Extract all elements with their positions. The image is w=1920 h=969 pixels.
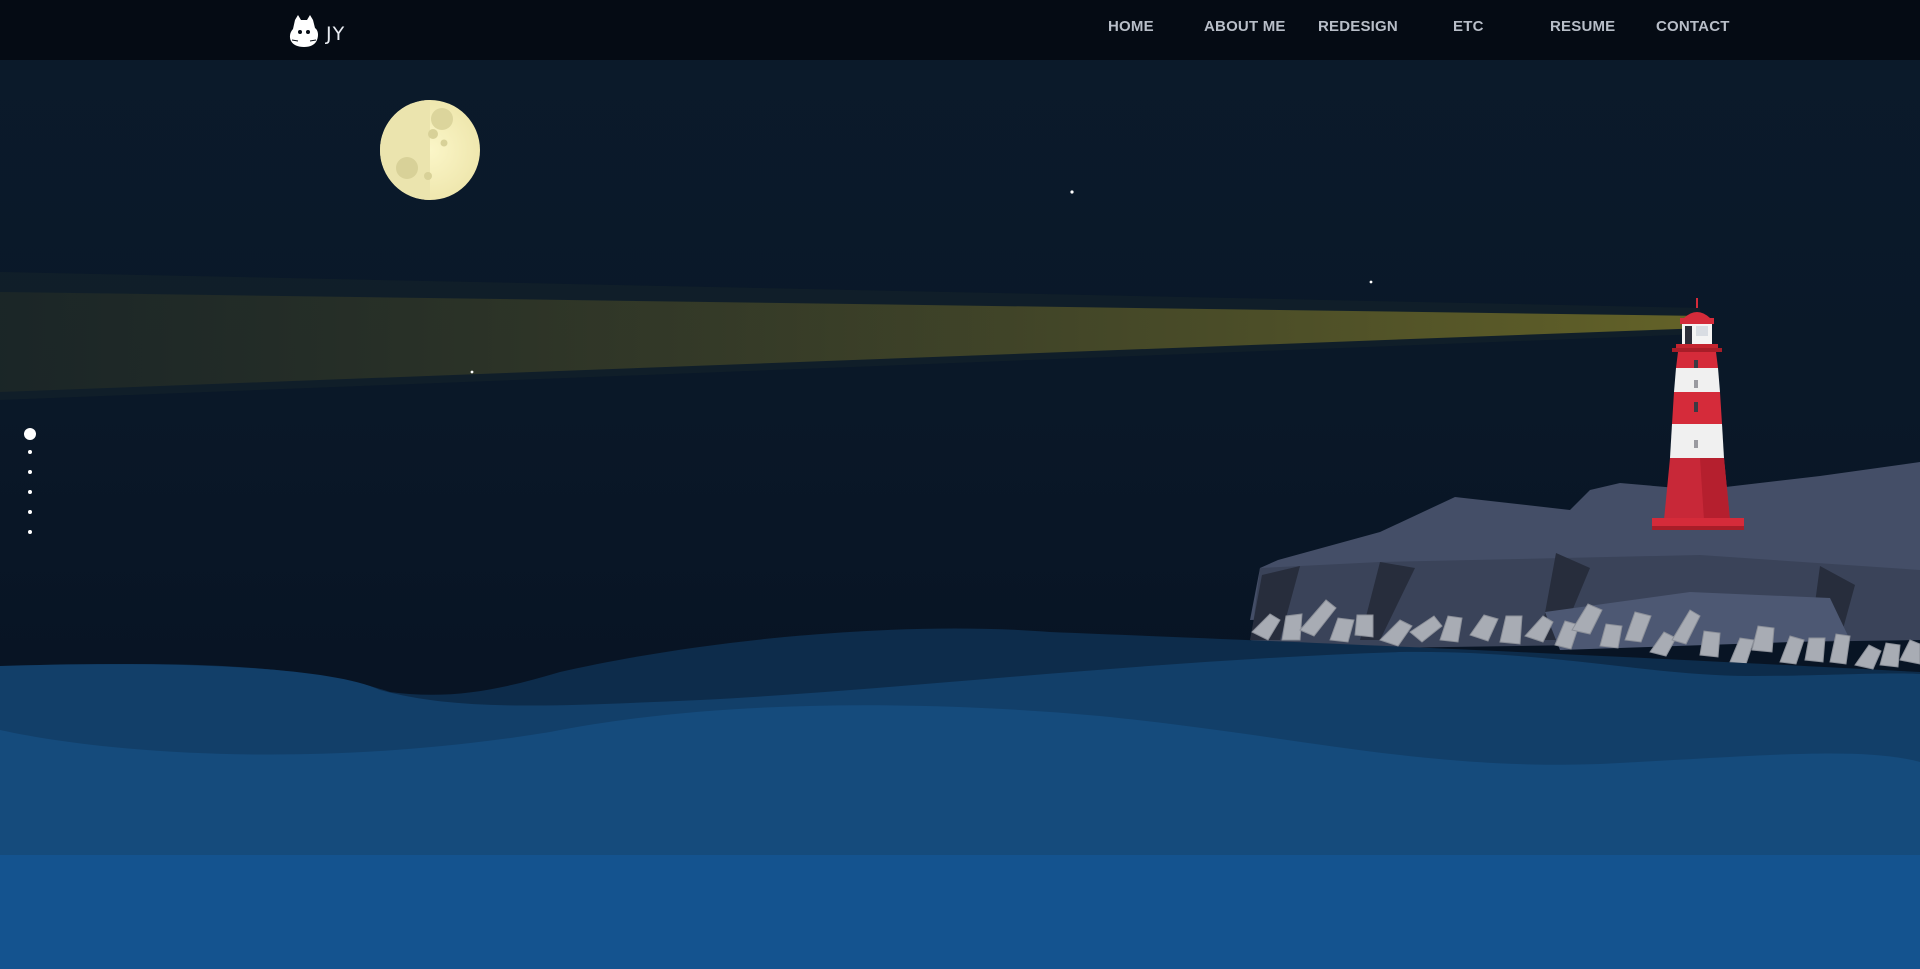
nav-resume[interactable]: RESUME — [1550, 18, 1615, 35]
hero-stage: JY HOME ABOUT ME REDESIGN ETC RESUME CON… — [0, 0, 1920, 969]
star — [470, 370, 474, 374]
nav-home[interactable]: HOME — [1108, 18, 1154, 35]
moon-icon — [380, 100, 480, 200]
owl-logo-icon — [289, 15, 319, 47]
nav-redesign[interactable]: REDESIGN — [1318, 18, 1398, 35]
site-logo[interactable]: JY — [288, 14, 345, 48]
logo-text: JY — [326, 23, 346, 45]
top-navbar: JY HOME ABOUT ME REDESIGN ETC RESUME CON… — [0, 0, 1920, 60]
section-dot[interactable] — [28, 490, 32, 494]
section-dot[interactable] — [28, 510, 32, 514]
section-dot[interactable] — [28, 530, 32, 534]
star — [1369, 280, 1373, 284]
nav-etc[interactable]: ETC — [1453, 18, 1484, 35]
sea-deep — [0, 855, 1920, 969]
nav-contact[interactable]: CONTACT — [1656, 18, 1730, 35]
section-dot[interactable] — [28, 450, 32, 454]
nav-about-me[interactable]: ABOUT ME — [1204, 18, 1286, 35]
section-dot[interactable] — [28, 470, 32, 474]
night-scene — [0, 100, 1920, 969]
star — [1070, 190, 1074, 194]
section-dot-active[interactable] — [24, 428, 36, 440]
